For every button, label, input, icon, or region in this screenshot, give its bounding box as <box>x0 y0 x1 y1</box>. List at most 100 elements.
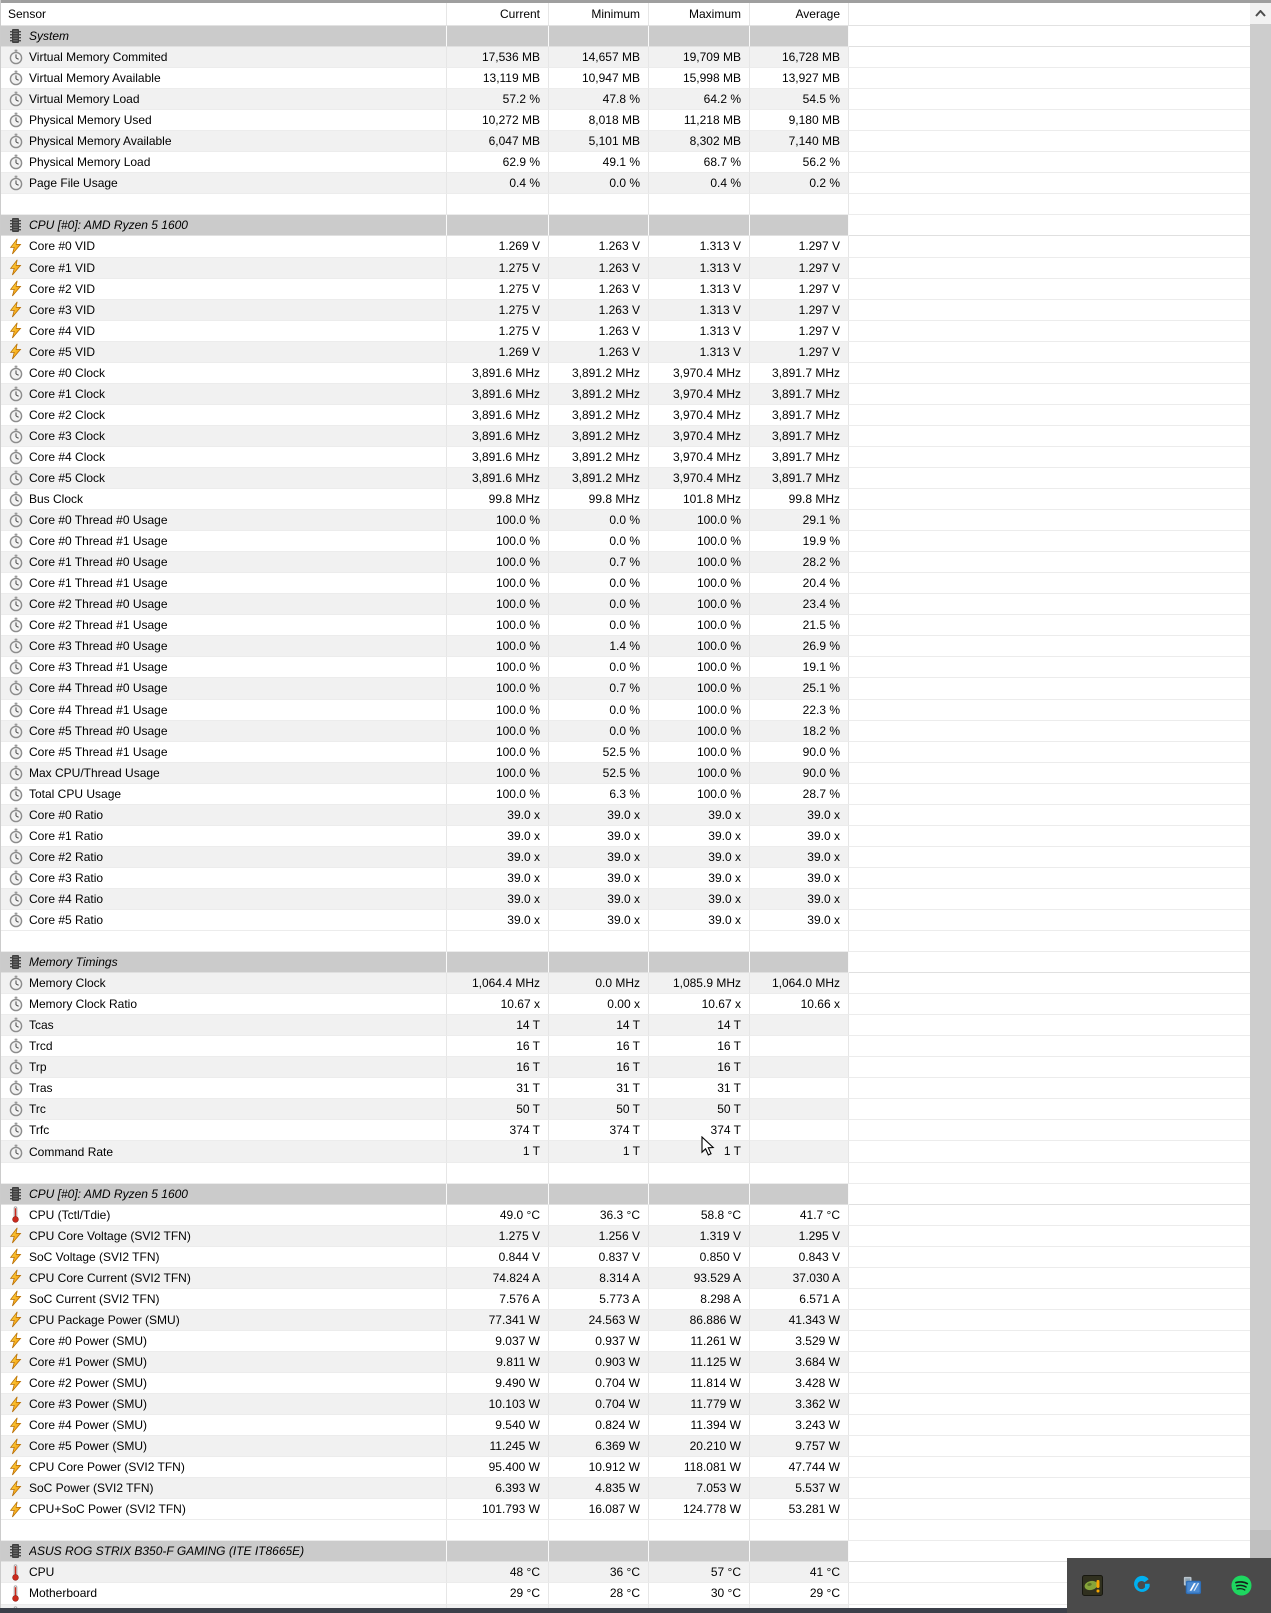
sensor-row[interactable]: Page File Usage 0.4 % 0.0 % 0.4 % 0.2 % <box>1 173 1250 195</box>
sensor-row[interactable]: Core #3 Power (SMU) 10.103 W 0.704 W 11.779… <box>1 1394 1250 1416</box>
sensor-row[interactable]: Core #1 Thread #1 Usage 100.0 % 0.0 % 100.0… <box>1 573 1250 595</box>
scrollbar-thumb[interactable] <box>1250 24 1271 1533</box>
sensor-row[interactable]: Core #4 Thread #0 Usage 100.0 % 0.7 % 100.0… <box>1 678 1250 700</box>
sensor-row[interactable]: Core #2 Power (SMU) 9.490 W 0.704 W 11.814 … <box>1 1373 1250 1395</box>
sensor-row[interactable]: Core #5 Thread #1 Usage 100.0 % 52.5 % 100.… <box>1 741 1250 763</box>
sensor-row[interactable]: Core #2 Thread #0 Usage 100.0 % 0.0 % 100.0… <box>1 594 1250 616</box>
scrollbar-thumb-end[interactable] <box>1250 1530 1271 1561</box>
value-cell-average <box>750 1099 849 1121</box>
value-cell-minimum: 50 T <box>549 1099 649 1121</box>
column-header-current[interactable]: Current <box>447 3 549 25</box>
sensor-row[interactable]: Motherboard 29 °C 28 °C 30 °C 29 °C <box>1 1583 1250 1605</box>
sensor-row[interactable]: Core #2 Thread #1 Usage 100.0 % 0.0 % 100.0… <box>1 615 1250 637</box>
sensor-row[interactable]: CPU Core Power (SVI2 TFN) 95.400 W 10.912 … <box>1 1457 1250 1479</box>
sensor-name: Core #5 VID <box>29 344 96 359</box>
sensor-row[interactable]: CPU Core Voltage (SVI2 TFN) 1.275 V 1.256 … <box>1 1225 1250 1247</box>
section-header-row[interactable]: System <box>1 26 1250 48</box>
value-cell-maximum: 1 T <box>649 1141 750 1163</box>
sensor-row[interactable]: Core #0 VID 1.269 V 1.263 V 1.313 V 1.297 V <box>1 236 1250 258</box>
sensor-row[interactable]: Core #3 Clock 3,891.6 MHz 3,891.2 MHz 3,970… <box>1 425 1250 447</box>
sensor-row[interactable]: Trcd 16 T 16 T 16 T <box>1 1036 1250 1058</box>
sensor-row[interactable]: Core #4 VID 1.275 V 1.263 V 1.313 V 1.297 V <box>1 320 1250 342</box>
sensor-row[interactable]: Core #4 Thread #1 Usage 100.0 % 0.0 % 100.0… <box>1 699 1250 721</box>
sensor-row[interactable]: CPU (Tctl/Tdie) 49.0 °C 36.3 °C 58.8 °C 41.7… <box>1 1204 1250 1226</box>
section-header-row[interactable]: CPU [#0]: AMD Ryzen 5 1600 <box>1 215 1250 237</box>
sensor-row[interactable]: Core #2 Ratio 39.0 x 39.0 x 39.0 x 39.0 x <box>1 846 1250 868</box>
sensor-row[interactable]: Core #0 Ratio 39.0 x 39.0 x 39.0 x 39.0 x <box>1 804 1250 826</box>
sensor-row[interactable]: Core #5 Ratio 39.0 x 39.0 x 39.0 x 39.0 x <box>1 909 1250 932</box>
sensor-row[interactable]: Tcas 14 T 14 T 14 T <box>1 1015 1250 1037</box>
value-cell-minimum: 49.1 % <box>549 152 649 174</box>
sensor-row[interactable]: CPU Package Power (SMU) 77.341 W 24.563 W8… <box>1 1309 1250 1331</box>
vertical-scrollbar[interactable] <box>1250 3 1271 1613</box>
sensor-row[interactable]: Total CPU Usage 100.0 % 6.3 % 100.0 % 28.7 % <box>1 783 1250 805</box>
sensor-row[interactable]: CPU 48 °C 36 °C 57 °C 41 °C <box>1 1562 1250 1584</box>
sensor-row[interactable]: Virtual Memory Available 13,119 MB 10,947 … <box>1 68 1250 90</box>
sensor-row[interactable]: Core #3 Ratio 39.0 x 39.0 x 39.0 x 39.0 x <box>1 867 1250 889</box>
hardware-alert-icon[interactable] <box>1082 1575 1103 1596</box>
value-cell-minimum <box>549 215 649 237</box>
sensor-row[interactable]: Core #1 Clock 3,891.6 MHz 3,891.2 MHz 3,970… <box>1 383 1250 405</box>
sensor-row[interactable]: Physical Memory Load 62.9 % 49.1 % 68.7 % 56… <box>1 152 1250 174</box>
sensor-row[interactable]: Core #1 Ratio 39.0 x 39.0 x 39.0 x 39.0 x <box>1 825 1250 847</box>
column-header-maximum[interactable]: Maximum <box>649 3 750 25</box>
value-cell-minimum: 24.563 W <box>549 1309 649 1331</box>
section-header-row[interactable]: Memory Timings <box>1 952 1250 974</box>
value-cell-minimum: 6.3 % <box>549 783 649 805</box>
sensor-row[interactable]: Core #5 Power (SMU) 11.245 W 6.369 W 20.210… <box>1 1436 1250 1458</box>
value-cell-maximum: 11.814 W <box>649 1373 750 1395</box>
clock-icon <box>8 554 23 571</box>
section-header-row[interactable]: ASUS ROG STRIX B350-F GAMING (ITE IT8665… <box>1 1541 1250 1563</box>
sensor-row[interactable]: Core #3 VID 1.275 V 1.263 V 1.313 V 1.297 V <box>1 299 1250 321</box>
sensor-row[interactable]: Core #4 Power (SMU) 9.540 W 0.824 W 11.394 … <box>1 1415 1250 1437</box>
sensor-row[interactable]: Trc 50 T 50 T 50 T <box>1 1099 1250 1121</box>
section-header-row[interactable]: CPU [#0]: AMD Ryzen 5 1600 <box>1 1183 1250 1205</box>
row-filler <box>849 1057 1250 1079</box>
sensor-row[interactable]: Core #2 VID 1.275 V 1.263 V 1.313 V 1.297 V <box>1 278 1250 300</box>
sensor-row[interactable]: Virtual Memory Load 57.2 % 47.8 % 64.2 % 54.… <box>1 89 1250 111</box>
column-header-average[interactable]: Average <box>750 3 849 25</box>
scroll-up-button[interactable] <box>1250 3 1271 24</box>
sensor-row[interactable]: Core #5 Clock 3,891.6 MHz 3,891.2 MHz 3,970… <box>1 467 1250 490</box>
sensor-row[interactable]: Core #4 Clock 3,891.6 MHz 3,891.2 MHz 3,970… <box>1 446 1250 468</box>
sensor-row[interactable]: Max CPU/Thread Usage 100.0 % 52.5 % 100.0 %… <box>1 762 1250 784</box>
sensor-row[interactable]: Core #1 Thread #0 Usage 100.0 % 0.7 % 100.0… <box>1 552 1250 574</box>
sensor-row[interactable]: CPU Core Current (SVI2 TFN) 74.824 A 8.314… <box>1 1267 1250 1289</box>
sensor-row[interactable]: Physical Memory Used 10,272 MB 8,018 MB 11,… <box>1 110 1250 132</box>
sensor-row[interactable]: SoC Power (SVI2 TFN) 6.393 W 4.835 W 7.053 … <box>1 1478 1250 1500</box>
sensor-row[interactable]: Trfc 374 T 374 T 374 T <box>1 1120 1250 1142</box>
sensor-row[interactable]: Core #0 Thread #0 Usage 100.0 % 0.0 % 100.0… <box>1 510 1250 532</box>
column-header-sensor[interactable]: Sensor <box>1 3 447 25</box>
logitech-g-icon[interactable] <box>1131 1575 1152 1596</box>
sensor-row[interactable]: Core #0 Clock 3,891.6 MHz 3,891.2 MHz 3,970… <box>1 362 1250 384</box>
sensor-row[interactable]: Memory Clock Ratio 10.67 x 0.00 x 10.67 x 10… <box>1 994 1250 1016</box>
asus-utility-icon[interactable] <box>1181 1575 1202 1596</box>
sensor-row[interactable]: Core #2 Clock 3,891.6 MHz 3,891.2 MHz 3,970… <box>1 404 1250 426</box>
sensor-row[interactable]: Core #5 Thread #0 Usage 100.0 % 0.0 % 100.0… <box>1 720 1250 742</box>
sensor-row[interactable]: Trp 16 T 16 T 16 T <box>1 1057 1250 1079</box>
sensor-row[interactable]: Core #5 VID 1.269 V 1.263 V 1.313 V 1.297 V <box>1 341 1250 363</box>
spotify-icon[interactable] <box>1231 1575 1252 1596</box>
sensor-row[interactable]: Physical Memory Available 6,047 MB 5,101 M… <box>1 131 1250 153</box>
sensor-row[interactable]: Core #0 Power (SMU) 9.037 W 0.937 W 11.261 … <box>1 1330 1250 1352</box>
sensor-row[interactable]: Core #3 Thread #1 Usage 100.0 % 0.0 % 100.0… <box>1 657 1250 679</box>
sensor-row[interactable]: Virtual Memory Commited 17,536 MB 14,657 M… <box>1 47 1250 69</box>
sensor-row[interactable]: Core #1 VID 1.275 V 1.263 V 1.313 V 1.297 V <box>1 257 1250 279</box>
sensor-row[interactable]: SoC Voltage (SVI2 TFN) 0.844 V 0.837 V 0.85… <box>1 1246 1250 1268</box>
sensor-row[interactable]: Bus Clock 99.8 MHz 99.8 MHz 101.8 MHz 99.8 M… <box>1 489 1250 511</box>
sensor-row[interactable]: Command Rate 1 T1 T1 T <box>1 1141 1250 1163</box>
clock-icon <box>8 133 23 150</box>
sensor-row[interactable]: Core #1 Power (SMU) 9.811 W 0.903 W 11.125 … <box>1 1351 1250 1373</box>
sensor-row[interactable]: CPU+SoC Power (SVI2 TFN) 101.793 W 16.087 … <box>1 1499 1250 1521</box>
value-cell-maximum: 14 T <box>649 1015 750 1037</box>
sensor-row[interactable]: Memory Clock 1,064.4 MHz 0.0 MHz 1,085.9 MH… <box>1 973 1250 995</box>
sensor-row[interactable]: Core #4 Ratio 39.0 x 39.0 x 39.0 x 39.0 x <box>1 888 1250 910</box>
value-cell-average: 1.297 V <box>750 299 849 321</box>
sensor-row[interactable]: Tras 31 T 31 T 31 T <box>1 1078 1250 1100</box>
sensor-row[interactable]: Core #3 Thread #0 Usage 100.0 % 1.4 % 100.0… <box>1 636 1250 658</box>
column-header-minimum[interactable]: Minimum <box>549 3 649 25</box>
value-cell-current: 1,064.4 MHz <box>447 973 549 995</box>
sensor-row[interactable]: Core #0 Thread #1 Usage 100.0 % 0.0 % 100.0… <box>1 531 1250 553</box>
sensor-name: Physical Memory Load <box>29 155 151 170</box>
sensor-row[interactable]: SoC Current (SVI2 TFN) 7.576 A 5.773 A 8.29… <box>1 1288 1250 1310</box>
